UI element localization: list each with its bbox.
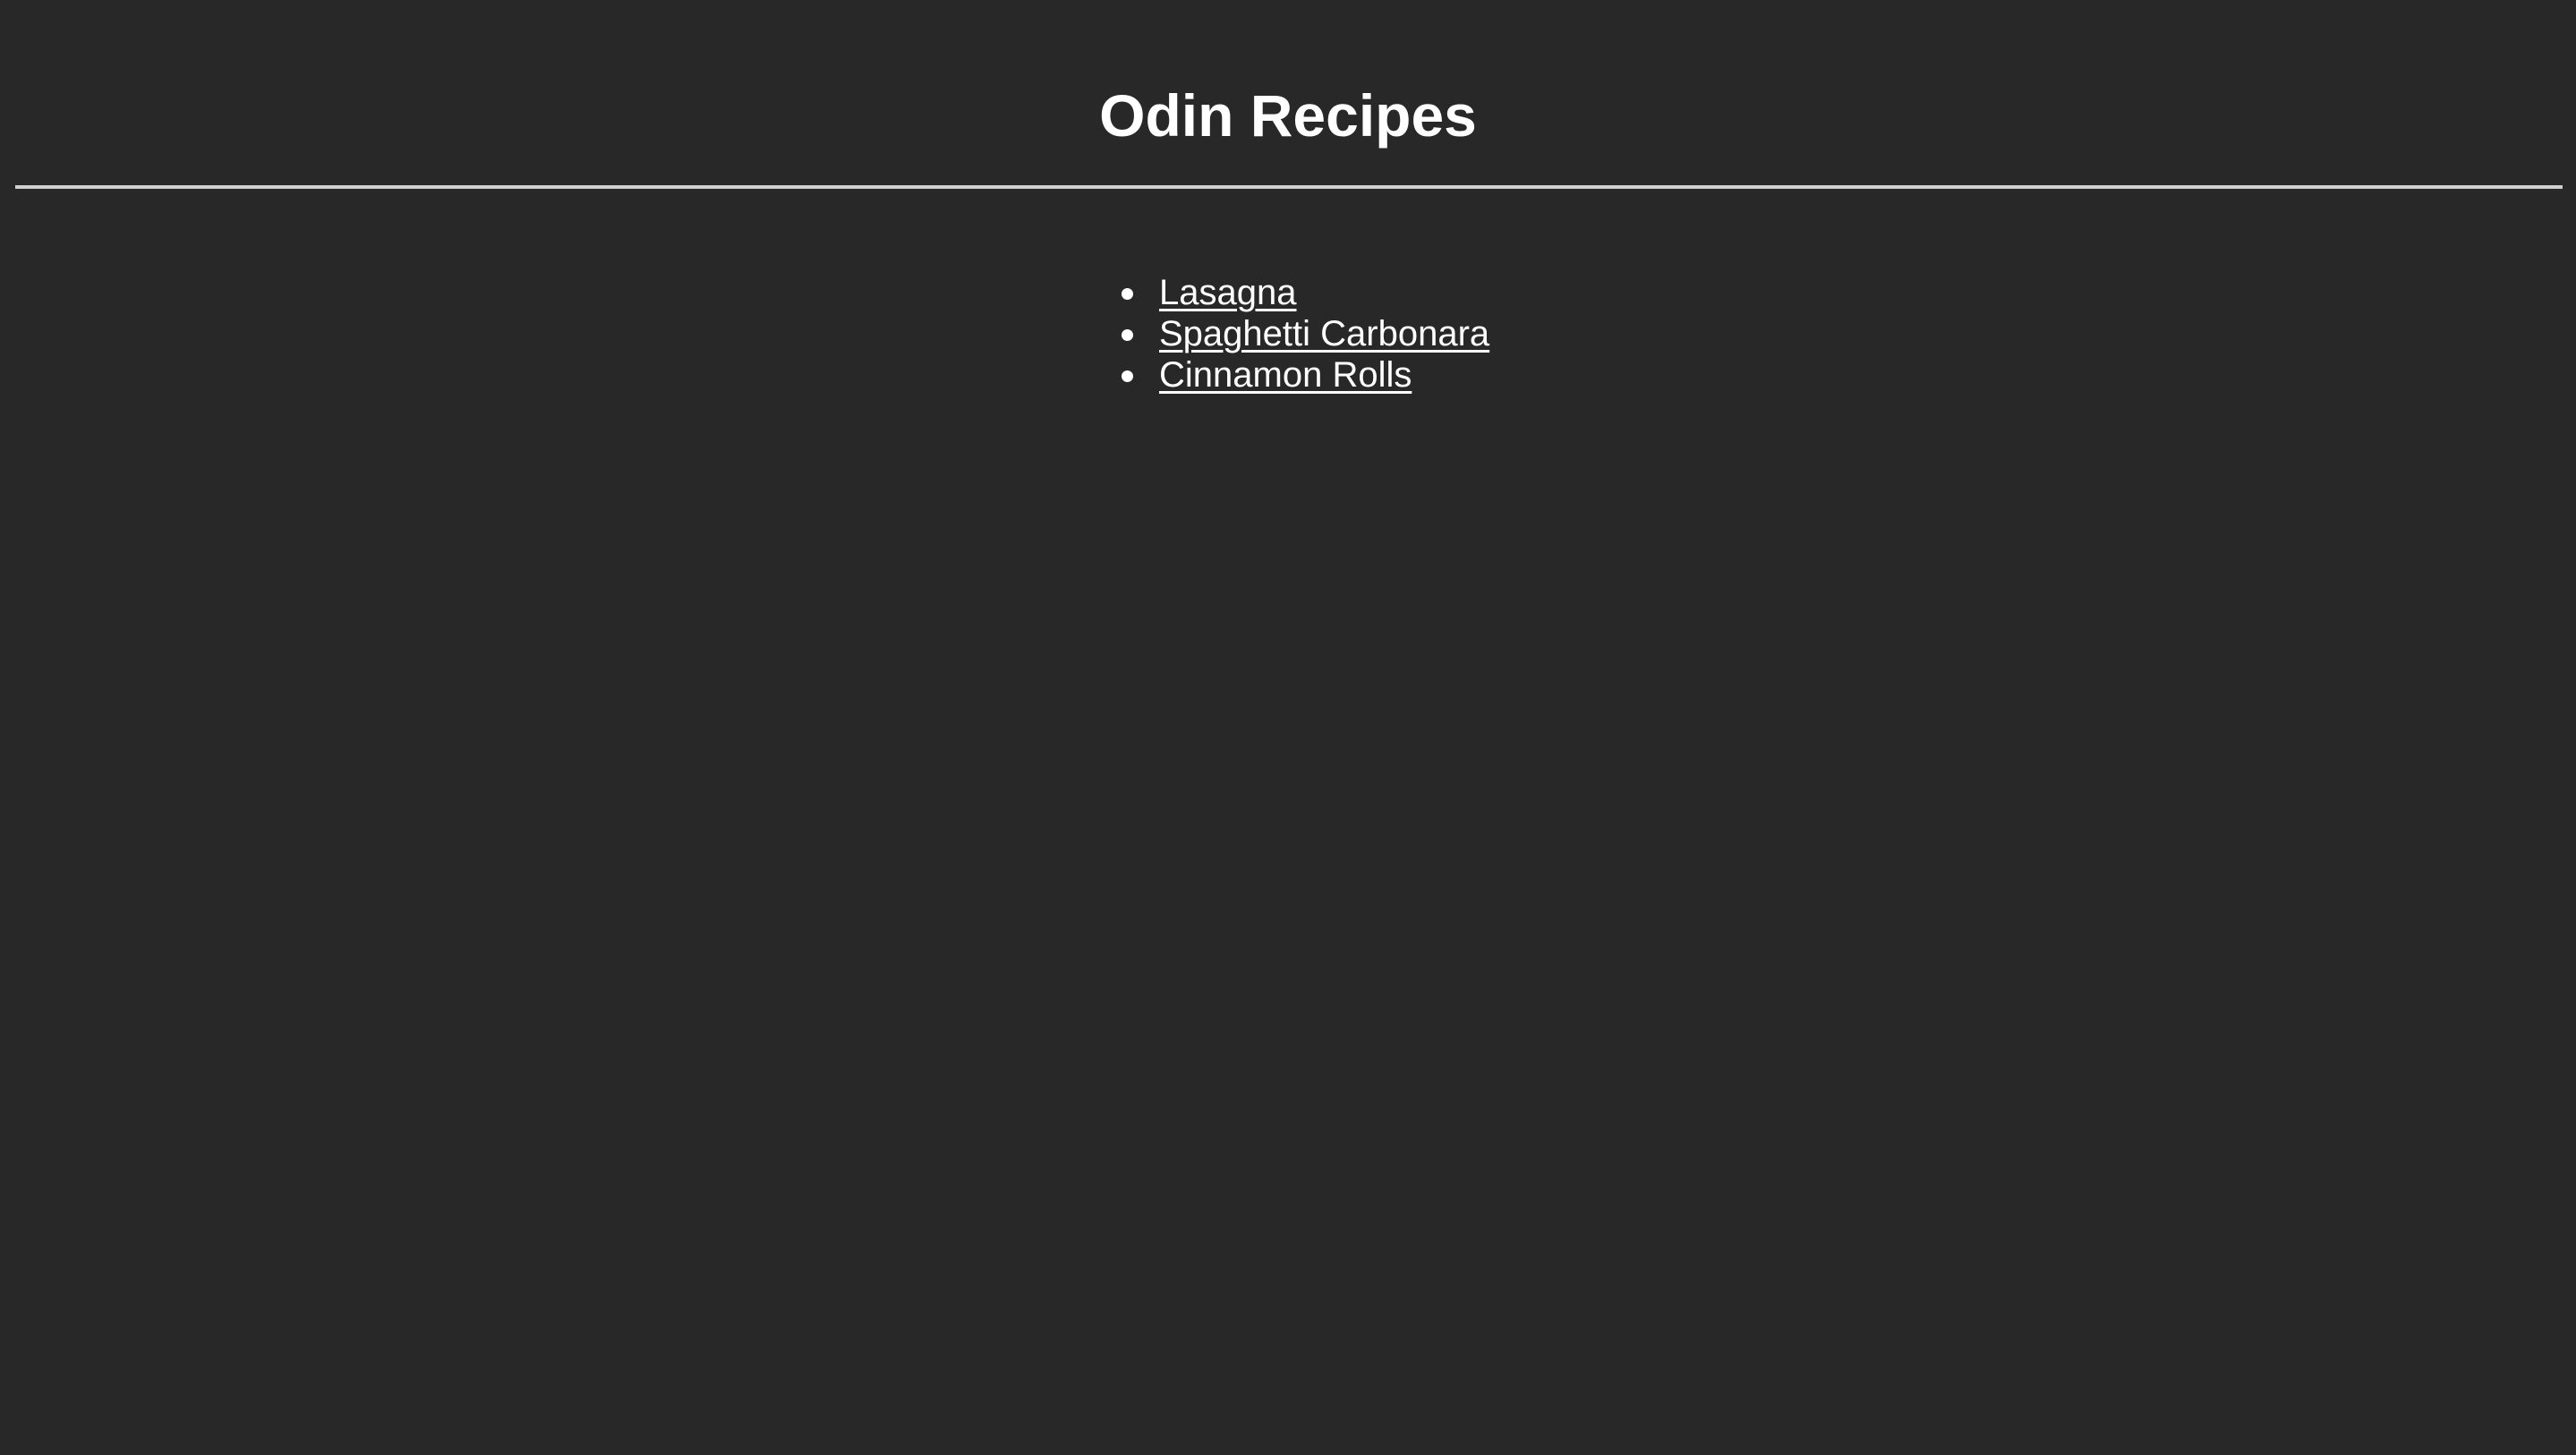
bullet-icon: [1122, 288, 1133, 300]
recipe-link-spaghetti-carbonara[interactable]: Spaghetti Carbonara: [1159, 314, 1489, 353]
list-item: Cinnamon Rolls: [1106, 354, 1489, 396]
bullet-icon: [1122, 329, 1133, 341]
list-item: Spaghetti Carbonara: [1106, 313, 1489, 354]
recipe-link-lasagna[interactable]: Lasagna: [1159, 273, 1296, 312]
recipe-list: Lasagna Spaghetti Carbonara Cinnamon Rol…: [1106, 272, 1489, 396]
list-item: Lasagna: [1106, 272, 1489, 313]
page-title: Odin Recipes: [1099, 82, 1477, 149]
bullet-icon: [1122, 370, 1133, 382]
horizontal-rule: [15, 185, 2563, 189]
page: Odin Recipes Lasagna Spaghetti Carbonara…: [0, 0, 2576, 1455]
recipe-link-cinnamon-rolls[interactable]: Cinnamon Rolls: [1159, 355, 1412, 395]
